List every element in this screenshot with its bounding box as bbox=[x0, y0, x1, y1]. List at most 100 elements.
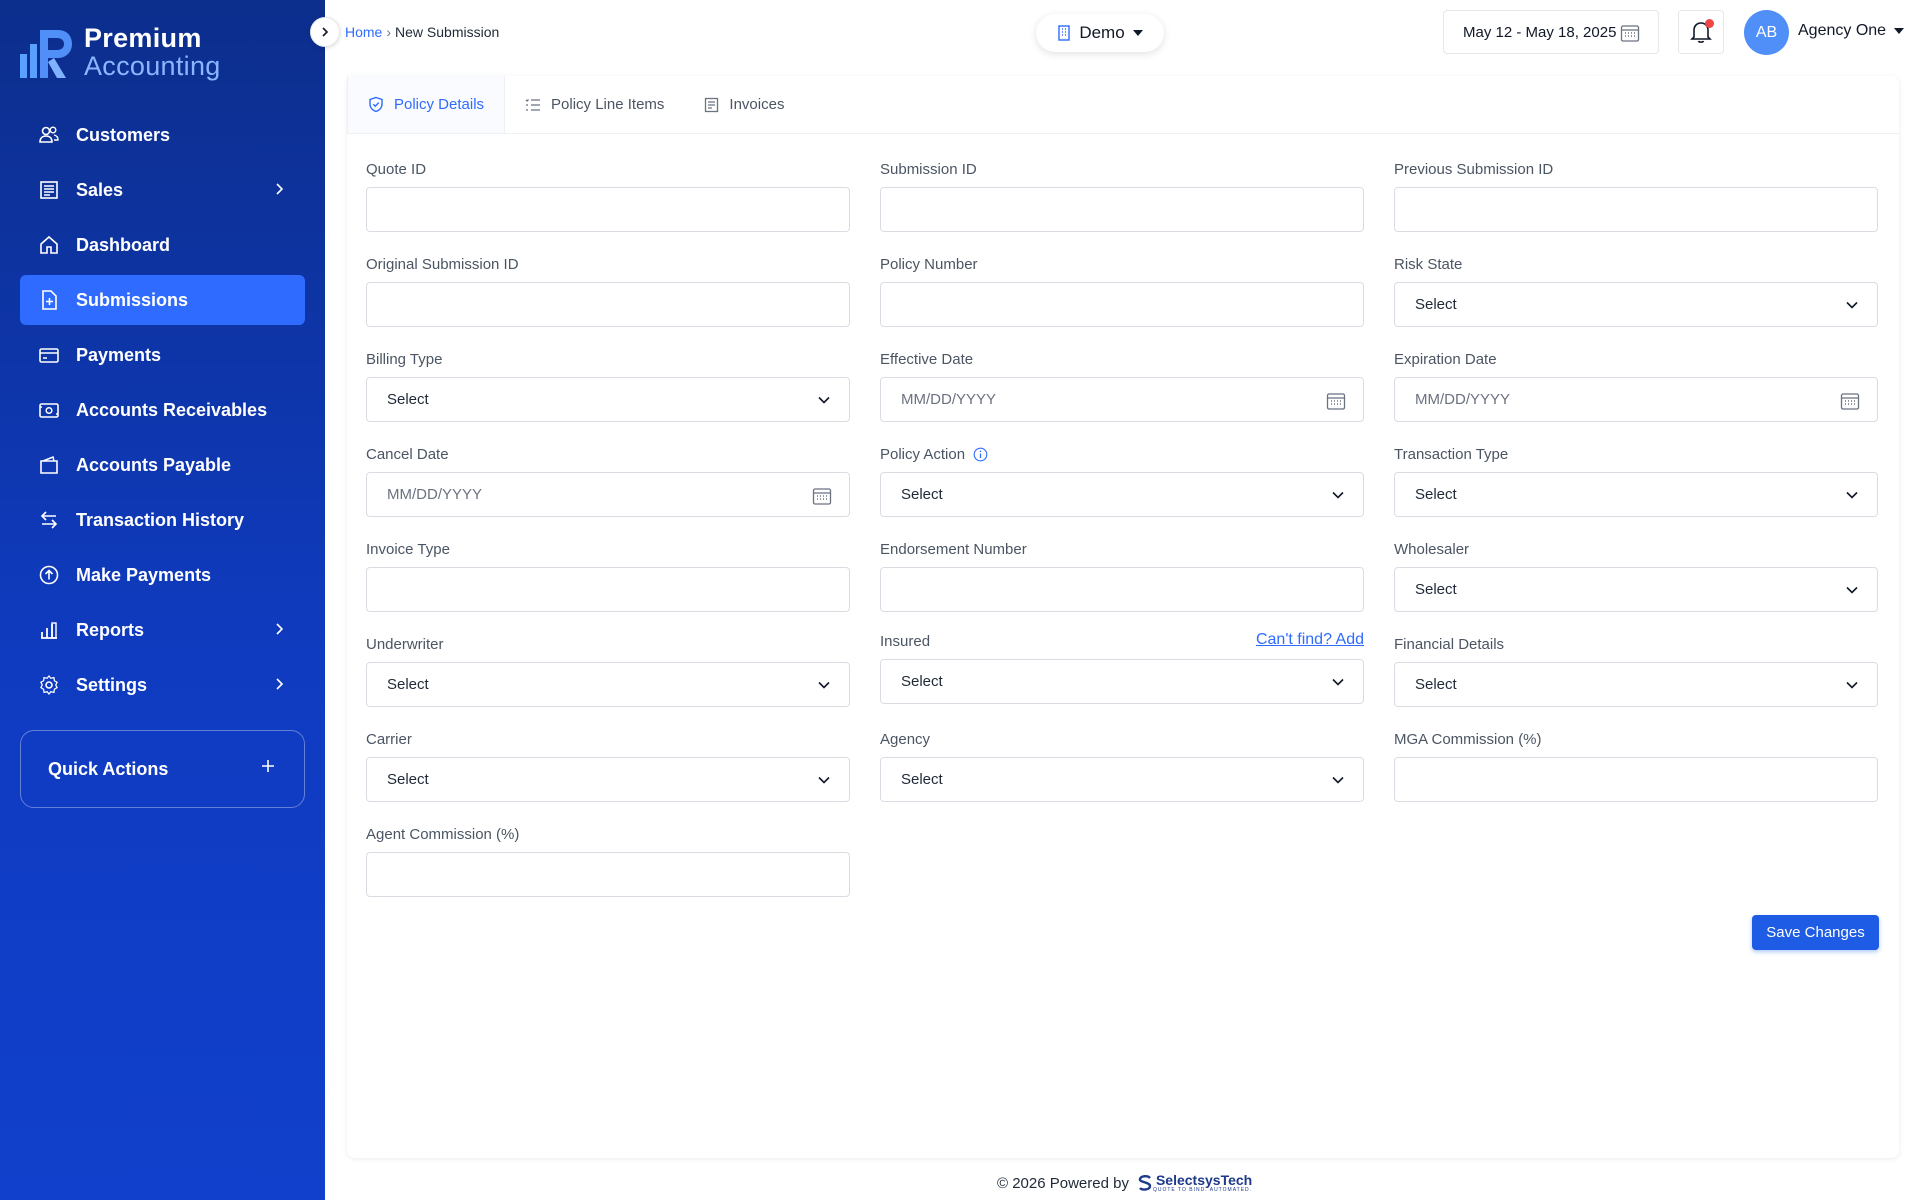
tab-policy-details[interactable]: Policy Details bbox=[347, 76, 506, 133]
sidebar-collapse-button[interactable] bbox=[310, 17, 340, 47]
chevron-right-icon bbox=[276, 678, 284, 690]
breadcrumb-home-link[interactable]: Home bbox=[345, 24, 382, 40]
underwriter-select[interactable]: Select bbox=[366, 662, 850, 707]
field-label-text: Agency bbox=[880, 730, 931, 748]
wholesaler-select[interactable]: Select bbox=[1394, 567, 1878, 612]
field-quote-id: Quote ID bbox=[366, 159, 850, 232]
quick-actions-label: Quick Actions bbox=[48, 758, 169, 779]
sidebar-item-dashboard[interactable]: Dashboard bbox=[20, 220, 305, 270]
sidebar-item-transaction-history[interactable]: Transaction History bbox=[20, 495, 305, 545]
field-label-text: Expiration Date bbox=[1394, 350, 1497, 368]
sidebar-item-label: Payments bbox=[76, 344, 162, 365]
field-risk-state: Risk State Select bbox=[1394, 254, 1878, 327]
quick-actions-button[interactable]: Quick Actions bbox=[20, 730, 305, 808]
selectsys-logo[interactable]: SelectsysTech QUOTE TO BIND. AUTOMATED. bbox=[1137, 1173, 1252, 1193]
sidebar-item-accounts-receivables[interactable]: Accounts Receivables bbox=[20, 385, 305, 435]
add-insured-link[interactable]: Can't find? Add bbox=[1256, 631, 1364, 649]
environment-dropdown[interactable]: Demo bbox=[1036, 14, 1164, 52]
insured-select[interactable]: Select bbox=[880, 659, 1364, 704]
list-icon bbox=[525, 98, 551, 112]
policy-action-select[interactable]: Select bbox=[880, 472, 1364, 517]
field-label-text: Submission ID bbox=[880, 160, 977, 178]
chevron-down-icon bbox=[817, 393, 831, 407]
field-label: Cancel Date bbox=[366, 444, 850, 464]
tab-label: Policy Details bbox=[394, 96, 485, 113]
field-label-text: Original Submission ID bbox=[366, 255, 519, 273]
field-label-text: Risk State bbox=[1394, 255, 1463, 273]
field-label-text: Agent Commission (%) bbox=[366, 825, 520, 843]
field-label-text: Effective Date bbox=[880, 350, 974, 368]
agency-select[interactable]: Select bbox=[880, 757, 1364, 802]
arrows-exchange-icon bbox=[38, 509, 60, 531]
logo-icon bbox=[20, 30, 72, 78]
file-plus-icon bbox=[38, 289, 60, 311]
sidebar-item-payments[interactable]: Payments bbox=[20, 330, 305, 380]
agency-dropdown[interactable]: Agency One bbox=[1798, 22, 1905, 40]
field-label: Billing Type bbox=[366, 349, 850, 369]
field-value: Select bbox=[1415, 486, 1457, 503]
original-submission-id-input[interactable] bbox=[366, 282, 850, 327]
cancel-date-date-input[interactable]: MM/DD/YYYY bbox=[366, 472, 850, 517]
quote-id-input[interactable] bbox=[366, 187, 850, 232]
field-value: Select bbox=[387, 391, 429, 408]
sidebar-item-label: Accounts Payable bbox=[76, 454, 232, 475]
field-label: Effective Date bbox=[880, 349, 1364, 369]
calendar-icon[interactable] bbox=[1840, 391, 1860, 411]
effective-date-date-input[interactable]: MM/DD/YYYY bbox=[880, 377, 1364, 422]
users-icon bbox=[38, 124, 60, 146]
financial-details-select[interactable]: Select bbox=[1394, 662, 1878, 707]
billing-type-select[interactable]: Select bbox=[366, 377, 850, 422]
plus-icon bbox=[262, 760, 274, 772]
sidebar-item-submissions[interactable]: Submissions bbox=[20, 275, 305, 325]
gear-icon bbox=[38, 674, 60, 696]
notifications-button[interactable] bbox=[1678, 10, 1724, 54]
mga-commission-input[interactable] bbox=[1394, 757, 1878, 802]
sidebar-item-accounts-payable[interactable]: Accounts Payable bbox=[20, 440, 305, 490]
field-mga-commission: MGA Commission (%) bbox=[1394, 729, 1878, 802]
brand-line2: Accounting bbox=[84, 50, 221, 81]
agent-commission-input[interactable] bbox=[366, 852, 850, 897]
expiration-date-date-input[interactable]: MM/DD/YYYY bbox=[1394, 377, 1878, 422]
risk-state-select[interactable]: Select bbox=[1394, 282, 1878, 327]
field-value: Select bbox=[387, 771, 429, 788]
tab-policy-line-items[interactable]: Policy Line Items bbox=[505, 76, 684, 133]
field-label-text: Quote ID bbox=[366, 160, 427, 178]
carrier-select[interactable]: Select bbox=[366, 757, 850, 802]
policy-number-input[interactable] bbox=[880, 282, 1364, 327]
sidebar: Premium Accounting Customers Sales Dashboa… bbox=[0, 0, 325, 1200]
avatar[interactable]: AB bbox=[1744, 10, 1789, 55]
submission-id-input[interactable] bbox=[880, 187, 1364, 232]
tab-invoices[interactable]: Invoices bbox=[684, 76, 804, 133]
field-policy-number: Policy Number bbox=[880, 254, 1364, 327]
date-range-picker[interactable]: May 12 - May 18, 2025 bbox=[1443, 10, 1659, 54]
save-changes-button[interactable]: Save Changes bbox=[1752, 915, 1879, 950]
transaction-type-select[interactable]: Select bbox=[1394, 472, 1878, 517]
chevron-down-icon bbox=[1845, 678, 1859, 692]
calendar-icon[interactable] bbox=[1326, 391, 1346, 411]
field-label: Endorsement Number bbox=[880, 539, 1364, 559]
field-value: Select bbox=[387, 676, 429, 693]
endorsement-number-input[interactable] bbox=[880, 567, 1364, 612]
sidebar-item-customers[interactable]: Customers bbox=[20, 110, 305, 160]
sidebar-item-reports[interactable]: Reports bbox=[20, 605, 305, 655]
sidebar-item-label: Make Payments bbox=[76, 564, 212, 585]
previous-submission-id-input[interactable] bbox=[1394, 187, 1878, 232]
field-label: Quote ID bbox=[366, 159, 850, 179]
field-label: Invoice Type bbox=[366, 539, 850, 559]
chevron-down-icon bbox=[1331, 488, 1345, 502]
field-label-text: Policy Action bbox=[880, 445, 966, 463]
sidebar-item-sales[interactable]: Sales bbox=[20, 165, 305, 215]
app-logo[interactable]: Premium Accounting bbox=[18, 24, 221, 80]
chevron-down-icon bbox=[1845, 583, 1859, 597]
field-label: Underwriter bbox=[366, 634, 850, 654]
arrow-up-circle-icon bbox=[38, 564, 60, 586]
field-agency: Agency Select bbox=[880, 729, 1364, 802]
sidebar-item-settings[interactable]: Settings bbox=[20, 660, 305, 710]
sidebar-item-make-payments[interactable]: Make Payments bbox=[20, 550, 305, 600]
chevron-down-icon bbox=[817, 678, 831, 692]
invoice-type-input[interactable] bbox=[366, 567, 850, 612]
field-value: MM/DD/YYYY bbox=[901, 391, 997, 408]
sidebar-item-label: Submissions bbox=[76, 289, 189, 310]
calendar-icon[interactable] bbox=[812, 486, 832, 506]
info-icon[interactable] bbox=[973, 447, 988, 462]
